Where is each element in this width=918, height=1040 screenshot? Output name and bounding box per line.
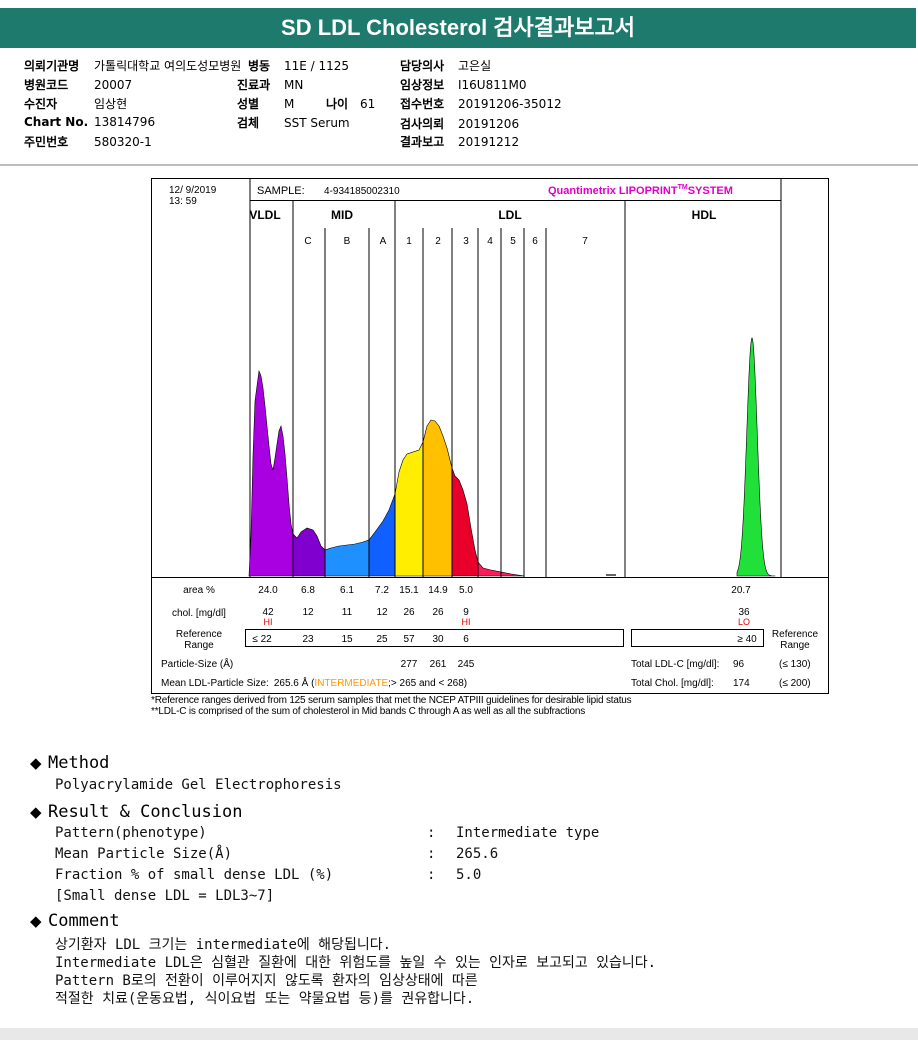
ward-row: 병동 11E / 1125: [248, 59, 350, 73]
area-hdl: 20.7: [731, 585, 751, 596]
result-value-3: 5.0: [456, 867, 482, 883]
comment-line-4: 적절한 치료(운동요법, 식이요법 또는 약물요법 등)를 권유합니다.: [55, 991, 475, 1007]
result-value-2: 265.6: [456, 846, 499, 862]
diamond-bullet-icon: ◆: [30, 754, 42, 772]
request-row: 검사의뢰 20191206: [400, 117, 520, 131]
comment-line-3: Pattern B로의 전환이 이루어지지 않도록 환자의 임상상태에 따른: [55, 973, 478, 989]
patient-row: 수진자 임상현: [24, 97, 128, 111]
area-a: 7.2: [375, 585, 389, 596]
particle-1: 277: [401, 659, 418, 670]
sample-number: 4-934185002310: [324, 186, 400, 197]
flag-vldl: HI: [264, 617, 273, 627]
age-row: 나이 61: [326, 97, 376, 111]
footnote-1: *Reference ranges derived from 125 serum…: [151, 695, 632, 706]
area-label: area %: [183, 585, 215, 596]
system-name: Quantimetrix LIPOPRINTTMSYSTEM: [548, 184, 733, 197]
area-vldl: 24.0: [258, 585, 278, 596]
band-1: 1: [406, 236, 412, 247]
ref-vldl: ≤ 22: [252, 634, 272, 645]
band-c: C: [304, 236, 311, 247]
chol-1: 26: [403, 607, 415, 618]
diamond-bullet-icon: ◆: [30, 803, 42, 821]
sex-row: 성별 M: [237, 97, 295, 111]
area-1: 15.1: [399, 585, 419, 596]
result-colon-1: :: [427, 825, 436, 841]
result-label-3: Fraction % of small dense LDL (%): [55, 867, 334, 883]
comment-title: ◆ Comment: [30, 911, 120, 931]
method-text: Polyacrylamide Gel Electrophoresis: [55, 777, 342, 793]
dept-row: 진료과 MN: [237, 78, 304, 92]
result-note: [Small dense LDL = LDL3~7]: [55, 888, 275, 904]
chart-no-row: Chart No. 13814796: [24, 115, 156, 129]
specimen-row: 검체 SST Serum: [237, 116, 350, 130]
total-ldl-value: 96: [733, 659, 745, 670]
result-label-1: Pattern(phenotype): [55, 825, 207, 841]
total-chol-ref: (≤ 200): [779, 678, 811, 689]
result-colon-2: :: [427, 846, 436, 862]
band-3: 3: [463, 236, 469, 247]
ref-c: 23: [302, 634, 314, 645]
group-mid: MID: [331, 208, 353, 222]
comment-line-1: 상기환자 LDL 크기는 intermediate에 해당됩니다.: [55, 937, 392, 953]
band-5: 5: [510, 236, 516, 247]
result-label-2: Mean Particle Size(Å): [55, 846, 233, 862]
band-a: A: [380, 236, 387, 247]
total-chol-label: Total Chol. [mg/dl]:: [631, 678, 714, 689]
report-date-row: 결과보고 20191212: [400, 135, 520, 149]
chart-date: 12/ 9/2019: [169, 185, 217, 196]
ref-a: 25: [376, 634, 388, 645]
group-hdl: HDL: [692, 208, 717, 222]
mean-ldl-row: Mean LDL-Particle Size: 265.6 Å (INTERMED…: [161, 676, 467, 689]
result-value-1: Intermediate type: [456, 825, 600, 841]
clinical-row: 임상정보 I16U811M0: [400, 78, 527, 92]
chart-time: 13: 59: [169, 196, 197, 207]
result-colon-3: :: [427, 867, 436, 883]
chol-b: 11: [342, 607, 353, 618]
sample-label: SAMPLE:: [257, 185, 305, 197]
band-4: 4: [487, 236, 493, 247]
band-b: B: [344, 236, 351, 247]
ref-2: 30: [432, 634, 444, 645]
method-title: ◆ Method: [30, 753, 110, 773]
doctor-row: 담당의사 고은실: [400, 59, 492, 73]
footnote-2: **LDL-C is comprised of the sum of chole…: [151, 706, 586, 717]
total-chol-value: 174: [733, 678, 750, 689]
chol-c: 12: [302, 607, 314, 618]
header-divider: [0, 164, 918, 166]
chart-frame: [151, 178, 829, 694]
area-3: 5.0: [459, 585, 473, 596]
group-ldl: LDL: [498, 208, 521, 222]
total-ldl-ref: (≤ 130): [779, 659, 811, 670]
report-title: SD LDL Cholesterol 검사결과보고서: [0, 8, 916, 48]
area-c: 6.8: [301, 585, 315, 596]
result-title: ◆ Result & Conclusion: [30, 802, 243, 822]
chol-a: 12: [376, 607, 388, 618]
particle-2: 261: [430, 659, 447, 670]
institution-row: 의뢰기관명 가톨릭대학교 여의도성모병원: [24, 59, 242, 73]
group-vldl: VLDL: [249, 208, 280, 222]
band-6: 6: [532, 236, 538, 247]
band-2: 2: [435, 236, 441, 247]
receipt-row: 접수번호 20191206-35012: [400, 97, 562, 111]
ref-hdl: ≥ 40: [737, 634, 757, 645]
comment-line-2: Intermediate LDL은 심혈관 질환에 대한 위험도를 높일 수 있…: [55, 955, 657, 971]
total-ldl-label: Total LDL-C [mg/dl]:: [631, 659, 719, 670]
lipoprint-chart: 12/ 9/2019 13: 59 SAMPLE: 4-934185002310…: [151, 178, 829, 694]
flag-3: HI: [462, 617, 471, 627]
hospital-code-row: 병원코드 20007: [24, 78, 133, 92]
diamond-bullet-icon: ◆: [30, 912, 42, 930]
area-b: 6.1: [340, 585, 354, 596]
chol-label: chol. [mg/dl]: [172, 608, 226, 619]
area-2: 14.9: [428, 585, 448, 596]
id-row: 주민번호 580320-1: [24, 135, 152, 149]
ref-3: 6: [463, 634, 469, 645]
particle-label: Particle-Size (Å): [161, 657, 233, 670]
ref-1: 57: [403, 634, 415, 645]
band-7: 7: [582, 236, 588, 247]
ref-b: 15: [341, 634, 353, 645]
flag-hdl: LO: [738, 617, 750, 627]
footer-band: [0, 1028, 918, 1040]
particle-3: 245: [458, 659, 475, 670]
chol-2: 26: [432, 607, 444, 618]
